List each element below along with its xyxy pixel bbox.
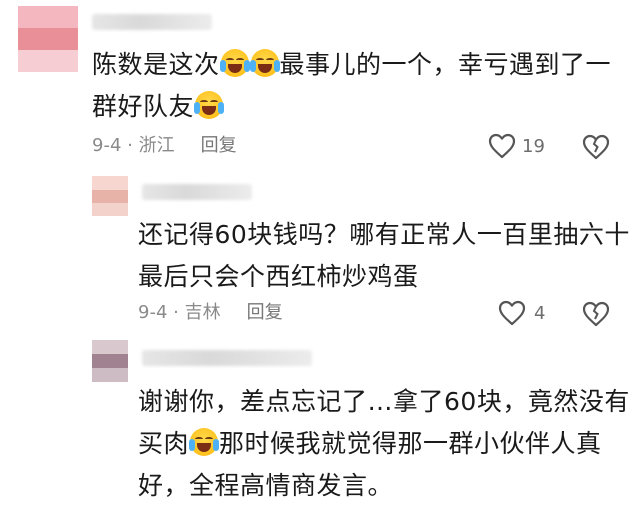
comment-text: 还记得60块钱吗？哪有正常人一百里抽六十 最后只会个西红柿炒鸡蛋	[138, 220, 630, 291]
username-blurred[interactable]	[142, 350, 312, 366]
comment-text: 陈数是这次 最事儿的一个，幸亏遇到了一 群好队友	[92, 49, 612, 121]
username-blurred[interactable]	[142, 184, 252, 200]
loudly-crying-face-emoji-icon	[249, 49, 280, 77]
comment-text: 谢谢你，差点忘记了…拿了60块，竟然没有 买肉 那时候我就觉得那一群小伙伴人真 好…	[138, 387, 630, 500]
location-label: 9-4 · 吉林	[138, 302, 221, 323]
dislike-button[interactable]	[582, 134, 610, 164]
location-label: 9-4 · 浙江	[92, 135, 175, 156]
comment-meta: 9-4 · 吉林 回复	[138, 301, 283, 325]
heart-outline-icon	[498, 300, 526, 326]
comment-meta: 9-4 · 浙江 回复	[92, 134, 237, 158]
like-count: 19	[522, 135, 545, 157]
dislike-button[interactable]	[582, 301, 610, 331]
avatar[interactable]	[18, 6, 78, 72]
avatar[interactable]	[92, 176, 128, 216]
loudly-crying-face-emoji-icon	[194, 91, 225, 119]
loudly-crying-face-emoji-icon	[219, 49, 250, 77]
username-blurred[interactable]	[92, 14, 212, 30]
like-button[interactable]: 19	[488, 133, 545, 159]
reply-button[interactable]: 回复	[247, 302, 283, 323]
avatar[interactable]	[92, 340, 128, 382]
like-count: 4	[534, 302, 546, 324]
like-button[interactable]: 4	[498, 300, 545, 326]
broken-heart-icon	[582, 301, 610, 327]
tears-of-joy-emoji-icon	[189, 428, 220, 456]
reply-button[interactable]: 回复	[201, 135, 237, 156]
heart-outline-icon	[488, 133, 516, 159]
broken-heart-icon	[582, 134, 610, 160]
